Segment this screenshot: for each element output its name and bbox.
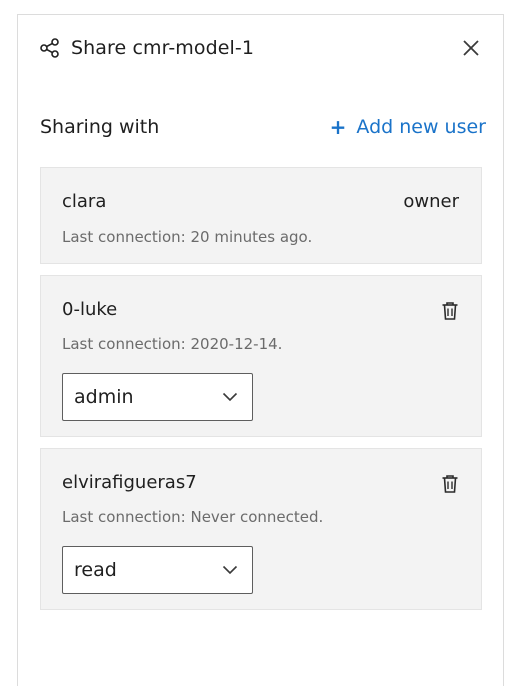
last-connection: Last connection: 20 minutes ago. [62,228,313,246]
user-name: clara [62,191,107,212]
sharing-with-label: Sharing with [40,116,160,138]
role-select[interactable]: admin [62,373,253,421]
user-name: elvirafigueras7 [62,472,197,493]
role-select-value: admin [74,386,134,408]
dialog-title: Share cmr-model-1 [71,37,255,59]
last-connection: Last connection: Never connected. [62,508,324,526]
user-card-elvirafigueras7: elvirafigueras7 Last connection: Never c… [40,448,482,610]
share-icon [40,37,62,59]
role-label: owner [403,191,459,212]
user-card-0-luke: 0-luke Last connection: 2020-12-14. admi… [40,275,482,437]
plus-icon: + [329,115,347,139]
close-icon [463,40,479,56]
user-name: 0-luke [62,299,118,320]
role-select-value: read [74,559,117,581]
trash-icon[interactable] [441,474,459,494]
dialog-header: Share cmr-model-1 [40,35,484,61]
sharing-header: Sharing with + Add new user [40,114,486,140]
trash-icon[interactable] [441,301,459,321]
chevron-down-icon [222,392,238,402]
role-select[interactable]: read [62,546,253,594]
add-new-user-label: Add new user [356,116,486,138]
share-dialog: Share cmr-model-1 Sharing with + Add new… [17,14,504,686]
add-new-user-link[interactable]: + Add new user [330,115,486,139]
user-card-clara: clara Last connection: 20 minutes ago. o… [40,167,482,264]
chevron-down-icon [222,565,238,575]
last-connection: Last connection: 2020-12-14. [62,335,283,353]
close-button[interactable] [458,35,484,61]
